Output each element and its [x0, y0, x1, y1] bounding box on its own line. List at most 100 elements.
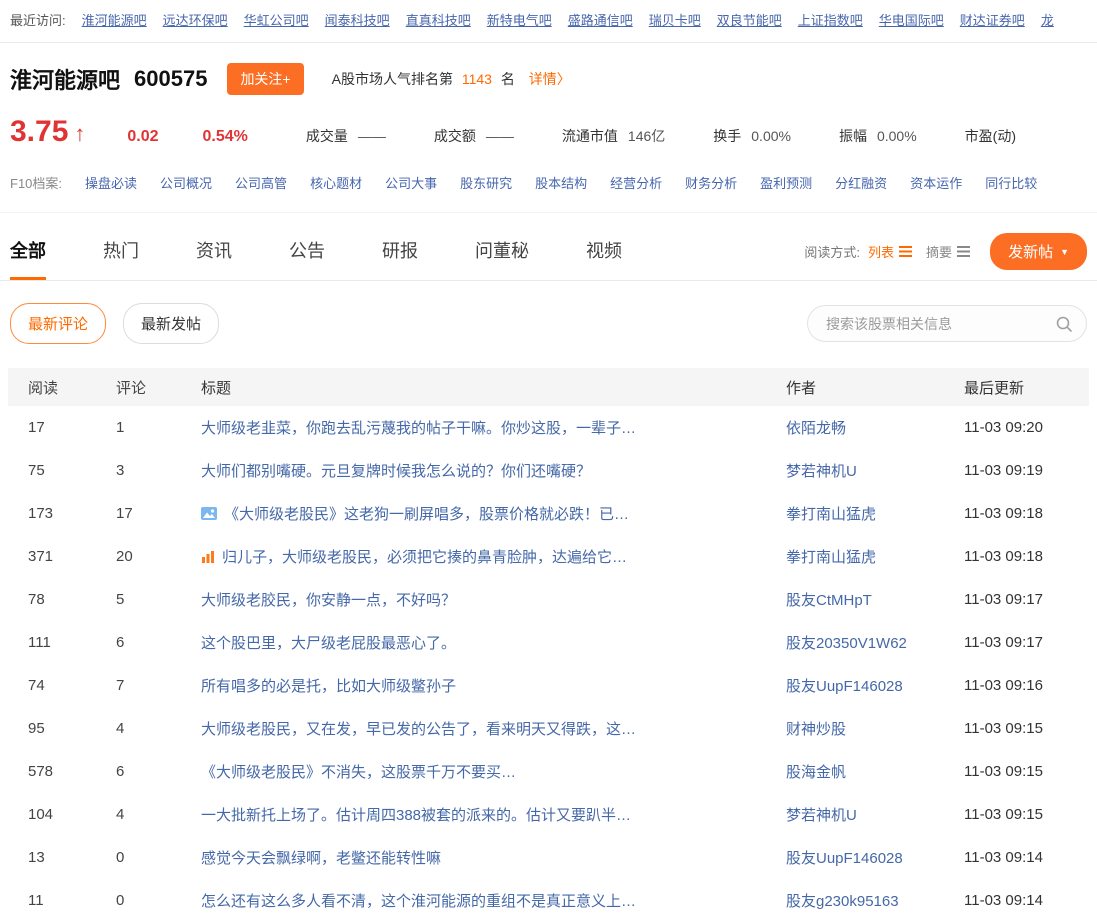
tab-all[interactable]: 全部	[10, 231, 46, 280]
post-author-link[interactable]: 股友UupF146028	[786, 675, 964, 696]
recent-visit-link[interactable]: 龙	[1041, 10, 1054, 29]
post-title-link[interactable]: 《大师级老股民》这老狗一刷屏唱多，股票价格就必跌！已…	[224, 503, 629, 524]
quote-field-value: ——	[485, 128, 514, 144]
comment-count: 3	[116, 462, 125, 479]
filters-row: 最新评论 最新发帖	[0, 281, 1097, 344]
post-author-link[interactable]: 依陌龙畅	[786, 417, 964, 438]
f10-link[interactable]: 核心题材	[310, 173, 362, 192]
post-title-link[interactable]: 归儿子，大师级老股民，必须把它揍的鼻青脸肿，达遍给它…	[222, 546, 627, 567]
post-author-link[interactable]: 股友UupF146028	[786, 847, 964, 868]
post-title-link[interactable]: 大师级老股民，又在发，早已发的公告了，看来明天又得跌，这…	[201, 718, 636, 739]
f10-link[interactable]: 分红融资	[835, 173, 887, 192]
tab-reports[interactable]: 研报	[382, 231, 418, 280]
post-author-link[interactable]: 梦若神机U	[786, 804, 964, 825]
f10-link[interactable]: 公司高管	[235, 173, 287, 192]
post-author-link[interactable]: 股海金帆	[786, 761, 964, 782]
latest-comments-button[interactable]: 最新评论	[10, 303, 107, 344]
post-author-link[interactable]: 股友20350V1W62	[786, 632, 964, 653]
f10-link[interactable]: 操盘必读	[85, 173, 137, 192]
tab-ask-secretary[interactable]: 问董秘	[475, 231, 529, 280]
table-row: 578 6 《大师级老股民》不消失，这股票千万不要买… 股海金帆 11-03 09:15	[8, 750, 1089, 793]
post-title-link[interactable]: 大师们都别嘴硬。元旦复牌时候我怎么说的？你们还嘴硬？	[201, 460, 591, 481]
recent-visit-link[interactable]: 新特电气吧	[487, 10, 552, 29]
recent-visit-link[interactable]: 直真科技吧	[406, 10, 471, 29]
post-updated-time: 11-03 09:16	[964, 677, 1043, 694]
post-updated-time: 11-03 09:14	[964, 892, 1043, 909]
post-author-link[interactable]: 财神炒股	[786, 718, 964, 739]
read-count: 95	[28, 720, 45, 737]
post-title-cell: 怎么还有这么多人看不清，这个淮河能源的重组不是真正意义上…	[201, 890, 786, 911]
post-author-link[interactable]: 拳打南山猛虎	[786, 503, 964, 524]
search-box[interactable]	[807, 305, 1087, 342]
table-row: 11 0 怎么还有这么多人看不清，这个淮河能源的重组不是真正意义上… 股友g230k9…	[8, 879, 1089, 922]
recent-visits-bar: 最近访问: 淮河能源吧 远达环保吧 华虹公司吧 闻泰科技吧 直真科技吧 新特电气吧 盛路通信…	[0, 0, 1097, 43]
recent-visit-link[interactable]: 双良节能吧	[717, 10, 782, 29]
col-updated: 最后更新	[964, 379, 1025, 397]
recent-visit-link[interactable]: 远达环保吧	[163, 10, 228, 29]
recent-visit-link[interactable]: 淮河能源吧	[82, 10, 147, 29]
tab-hot[interactable]: 热门	[103, 231, 139, 280]
f10-link[interactable]: 股本结构	[535, 173, 587, 192]
post-title-link[interactable]: 感觉今天会飘绿啊，老鳖还能转性嘛	[201, 847, 441, 868]
f10-link[interactable]: 资本运作	[910, 173, 962, 192]
tab-announcements[interactable]: 公告	[289, 231, 325, 280]
f10-link[interactable]: 财务分析	[685, 173, 737, 192]
f10-link[interactable]: 经营分析	[610, 173, 662, 192]
chevron-down-icon: ▼	[1060, 246, 1069, 257]
recent-visit-link[interactable]: 瑞贝卡吧	[649, 10, 701, 29]
tab-news[interactable]: 资讯	[196, 231, 232, 280]
f10-link[interactable]: 同行比较	[985, 173, 1037, 192]
post-author-link[interactable]: 股友g230k95163	[786, 890, 964, 911]
post-title-link[interactable]: 一大批新托上场了。估计周四388被套的派来的。估计又要趴半…	[201, 804, 631, 825]
recent-visit-link[interactable]: 闻泰科技吧	[325, 10, 390, 29]
quote-field-label: 成交量	[305, 128, 348, 144]
new-post-button[interactable]: 发新帖 ▼	[990, 233, 1087, 270]
post-title-link[interactable]: 这个股巴里，大尸级老屁股最恶心了。	[201, 632, 456, 653]
post-title-link[interactable]: 怎么还有这么多人看不清，这个淮河能源的重组不是真正意义上…	[201, 890, 636, 911]
read-mode-digest[interactable]: 摘要	[926, 242, 971, 261]
post-updated-time: 11-03 09:18	[964, 505, 1043, 522]
search-icon[interactable]	[1055, 315, 1073, 333]
read-mode-list[interactable]: 列表	[868, 242, 913, 261]
comment-count: 0	[116, 892, 125, 909]
post-title-link[interactable]: 大师级老韭菜，你跑去乱污蔑我的帖子干嘛。你炒这股，一辈子…	[201, 417, 636, 438]
recent-visit-link[interactable]: 上证指数吧	[798, 10, 863, 29]
popularity-rank: A股市场人气排名第 1143 名 详情〉	[332, 69, 571, 89]
post-title-link[interactable]: 大师级老胶民，你安静一点，不好吗？	[201, 589, 456, 610]
recent-visit-link[interactable]: 华虹公司吧	[244, 10, 309, 29]
image-icon	[201, 507, 217, 520]
post-title-link[interactable]: 所有唱多的必是托，比如大师级鳖孙子	[201, 675, 456, 696]
post-updated-time: 11-03 09:15	[964, 720, 1043, 737]
read-mode-label: 阅读方式:	[804, 245, 861, 260]
recent-visit-link[interactable]: 华电国际吧	[879, 10, 944, 29]
post-title-link[interactable]: 《大师级老股民》不消失，这股票千万不要买…	[201, 761, 516, 782]
f10-link[interactable]: 公司概况	[160, 173, 212, 192]
recent-visit-link[interactable]: 财达证券吧	[960, 10, 1025, 29]
post-updated-time: 11-03 09:17	[964, 591, 1043, 608]
post-author-link[interactable]: 股友CtMHpT	[786, 589, 964, 610]
read-mode-digest-label: 摘要	[926, 245, 953, 260]
new-post-button-label: 发新帖	[1008, 244, 1054, 261]
post-author-link[interactable]: 梦若神机U	[786, 460, 964, 481]
comment-count: 20	[116, 548, 133, 565]
rank-detail-link[interactable]: 详情〉	[529, 71, 571, 87]
f10-link[interactable]: 股东研究	[460, 173, 512, 192]
quote-field-label: 振幅	[838, 128, 867, 144]
f10-link[interactable]: 公司大事	[385, 173, 437, 192]
read-count: 74	[28, 677, 45, 694]
tab-video[interactable]: 视频	[586, 231, 622, 280]
f10-link[interactable]: 盈利预测	[760, 173, 812, 192]
recent-visit-link[interactable]: 盛路通信吧	[568, 10, 633, 29]
comment-count: 5	[116, 591, 125, 608]
posts-table: 阅读 评论 标题 作者 最后更新 17 1 大师级老韭菜，你跑去乱污蔑我的帖子干嘛。…	[8, 368, 1089, 922]
quote-field-label: 市盈(动)	[964, 128, 1016, 144]
comment-count: 6	[116, 634, 125, 651]
latest-posts-button[interactable]: 最新发帖	[123, 303, 220, 344]
post-author-link[interactable]: 拳打南山猛虎	[786, 546, 964, 567]
search-input[interactable]	[824, 314, 1055, 333]
read-mode-controls: 阅读方式: 列表 摘要 发新帖 ▼	[804, 233, 1087, 280]
table-row: 104 4 一大批新托上场了。估计周四388被套的派来的。估计又要趴半… 梦若神机U 1…	[8, 793, 1089, 836]
follow-button[interactable]: 加关注+	[227, 63, 304, 95]
page-title: 淮河能源吧	[10, 68, 121, 93]
comment-count: 4	[116, 720, 125, 737]
